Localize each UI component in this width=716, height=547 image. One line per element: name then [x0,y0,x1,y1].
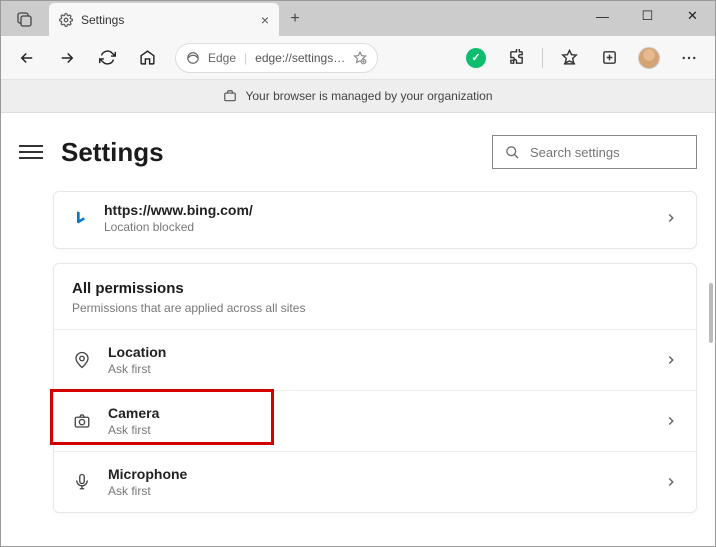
more-menu-button[interactable] [671,40,707,76]
location-icon [72,351,92,369]
hamburger-menu-button[interactable] [19,145,43,159]
recent-activity-card: https://www.bing.com/ Location blocked [53,191,697,249]
chevron-right-icon [664,475,678,489]
chevron-right-icon [664,211,678,225]
address-bar[interactable]: Edge | edge://settings… [175,43,378,73]
permission-name: Microphone [108,466,187,482]
minimize-button[interactable]: — [580,1,625,31]
home-button[interactable] [129,40,165,76]
all-permissions-card: All permissions Permissions that are app… [53,263,697,513]
recent-site-row[interactable]: https://www.bing.com/ Location blocked [54,192,696,248]
browser-tab[interactable]: Settings × [49,3,279,36]
settings-header: Settings [1,113,715,191]
permission-row-microphone[interactable]: Microphone Ask first [54,451,696,512]
briefcase-icon [223,89,237,103]
edge-label: Edge [208,51,236,65]
close-window-button[interactable]: ✕ [670,1,715,31]
page-title: Settings [61,137,164,168]
window-titlebar: Settings × + — ☐ ✕ [1,1,715,36]
chevron-right-icon [664,353,678,367]
tab-close-button[interactable]: × [261,12,269,28]
favorites-button[interactable] [551,40,587,76]
collections-button[interactable] [591,40,627,76]
favorite-star-icon[interactable] [353,51,367,65]
permission-row-location[interactable]: Location Ask first [54,329,696,390]
managed-org-banner: Your browser is managed by your organiza… [1,80,715,113]
bing-icon [72,209,90,227]
settings-content: https://www.bing.com/ Location blocked A… [1,191,715,546]
permission-status: Ask first [108,484,187,498]
permission-status: Ask first [108,423,159,437]
search-settings-box[interactable] [492,135,697,169]
window-controls: — ☐ ✕ [580,1,715,31]
search-input[interactable] [530,145,706,160]
all-permissions-subtitle: Permissions that are applied across all … [72,301,678,315]
extensions-button[interactable] [498,40,534,76]
url-text: edge://settings… [255,51,345,65]
permission-name: Location [108,344,166,360]
back-button[interactable] [9,40,45,76]
browser-toolbar: Edge | edge://settings… ✓ [1,36,715,80]
new-tab-button[interactable]: + [279,1,311,36]
tab-title: Settings [81,13,124,27]
edge-logo-icon [186,51,200,65]
permission-name: Camera [108,405,159,421]
scrollbar-thumb[interactable] [709,283,713,343]
microphone-icon [72,473,92,491]
grammarly-extension-icon[interactable]: ✓ [458,40,494,76]
recent-site-status: Location blocked [104,220,253,234]
search-icon [505,145,520,160]
maximize-button[interactable]: ☐ [625,1,670,31]
permission-status: Ask first [108,362,166,376]
forward-button[interactable] [49,40,85,76]
camera-icon [72,412,92,430]
tab-actions-button[interactable] [1,1,49,36]
profile-avatar[interactable] [631,40,667,76]
refresh-button[interactable] [89,40,125,76]
chevron-right-icon [664,414,678,428]
org-banner-text: Your browser is managed by your organiza… [245,89,492,103]
gear-icon [59,13,73,27]
recent-site-url: https://www.bing.com/ [104,202,253,218]
all-permissions-title: All permissions [72,280,678,297]
permission-row-camera[interactable]: Camera Ask first [54,390,696,451]
